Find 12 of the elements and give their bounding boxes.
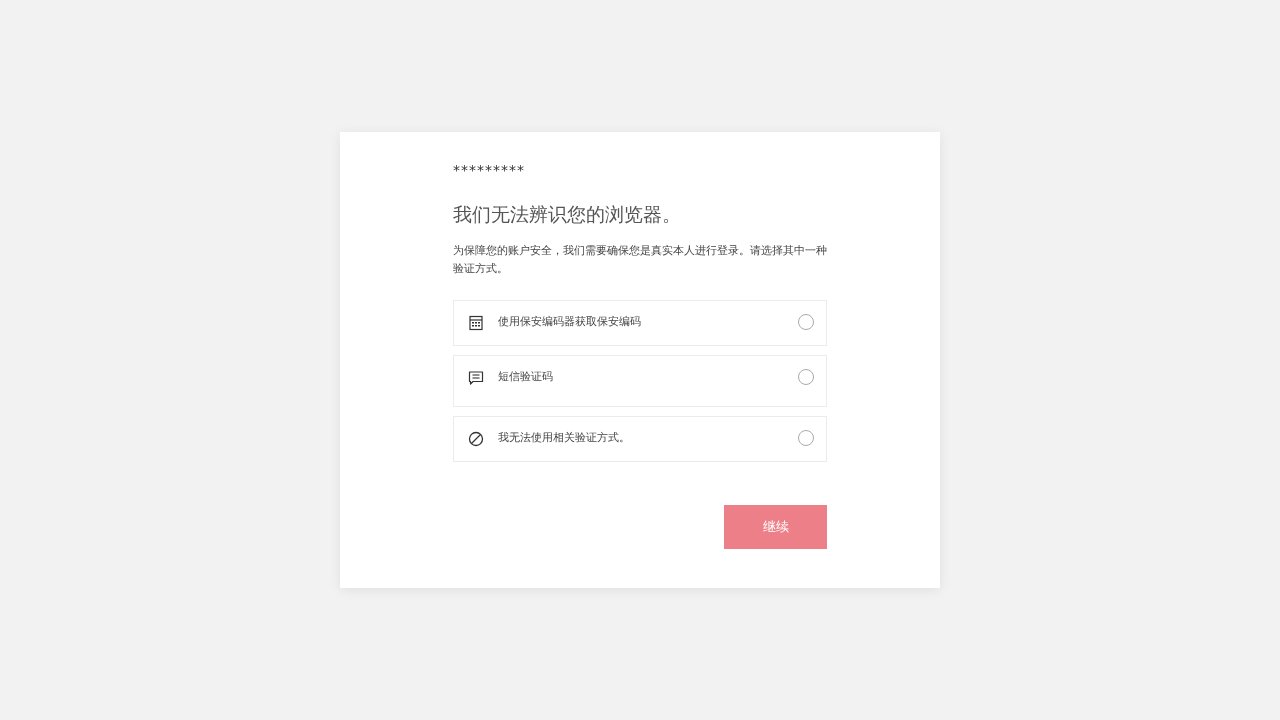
verification-option[interactable]: 短信验证码 — [453, 355, 827, 407]
option-label: 短信验证码 — [498, 369, 554, 385]
message-icon — [468, 370, 484, 386]
calculator-icon — [468, 315, 484, 331]
prohibited-icon — [468, 431, 484, 447]
account-name: ********* — [453, 161, 526, 180]
description-text: 为保障您的账户安全，我们需要确保您是真实本人进行登录。请选择其中一种验证方式。 — [453, 243, 827, 277]
option-label: 使用保安编码器获取保安编码 — [498, 314, 642, 330]
option-label: 我无法使用相关验证方式。 — [498, 430, 631, 446]
page-title: 我们无法辨识您的浏览器。 — [453, 202, 682, 227]
verification-option[interactable]: 使用保安编码器获取保安编码 — [453, 300, 827, 346]
verification-option[interactable]: 我无法使用相关验证方式。 — [453, 416, 827, 462]
